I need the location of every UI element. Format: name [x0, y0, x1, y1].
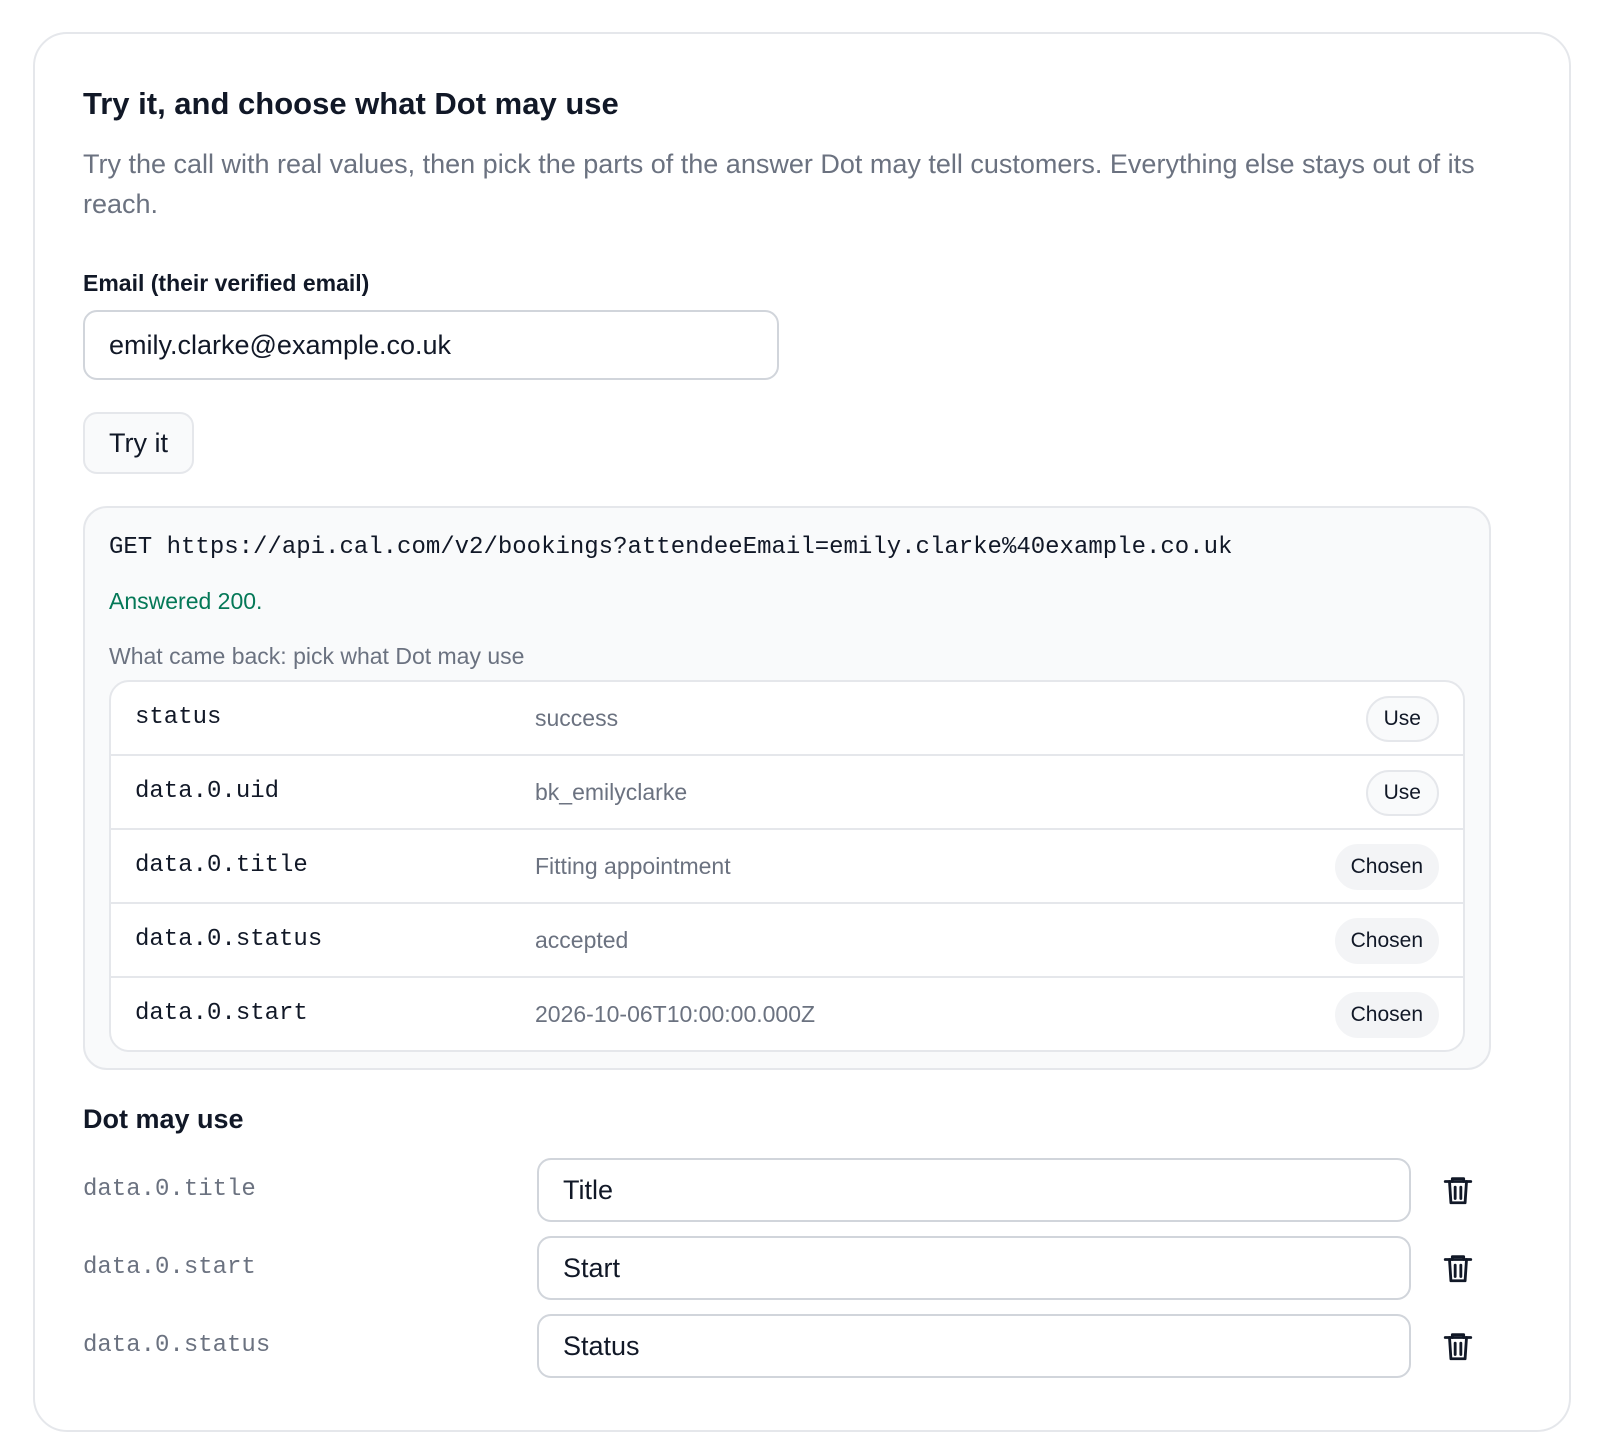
field-path: data.0.title	[135, 852, 308, 879]
returned-field-row: data.0.uid bk_emilyclarke Use	[111, 756, 1463, 830]
use-field-button[interactable]: Use	[1365, 770, 1439, 816]
try-it-button[interactable]: Try it	[83, 412, 194, 474]
field-path: data.0.start	[135, 1000, 308, 1027]
may-use-label-input[interactable]	[537, 1314, 1411, 1378]
email-field-label: Email (their verified email)	[83, 270, 370, 296]
trash-icon[interactable]	[1441, 1329, 1475, 1363]
chosen-field-button[interactable]: Chosen	[1334, 918, 1439, 964]
field-value: Fitting appointment	[535, 853, 731, 879]
field-path: data.0.status	[135, 926, 323, 953]
chosen-field-button[interactable]: Chosen	[1334, 844, 1439, 890]
field-path: data.0.uid	[135, 778, 280, 805]
section-description: Try the call with real values, then pick…	[83, 149, 1475, 219]
trash-icon[interactable]	[1441, 1251, 1475, 1285]
trash-icon[interactable]	[1441, 1173, 1475, 1207]
response-status: Answered 200.	[109, 588, 263, 614]
result-panel: GET https://api.cal.com/v2/bookings?atte…	[83, 506, 1491, 1070]
chosen-field-button[interactable]: Chosen	[1334, 992, 1439, 1038]
field-value: bk_emilyclarke	[535, 779, 688, 805]
field-value: success	[535, 705, 619, 731]
may-use-title: Dot may use	[83, 1104, 244, 1134]
may-use-label-input[interactable]	[537, 1158, 1411, 1222]
may-use-path: data.0.status	[83, 1332, 271, 1359]
returned-field-row: data.0.start 2026-10-06T10:00:00.000Z Ch…	[111, 978, 1463, 1050]
field-path: status	[135, 704, 222, 731]
returned-field-row: data.0.status accepted Chosen	[111, 904, 1463, 978]
section-title: Try it, and choose what Dot may use	[83, 86, 619, 121]
may-use-path: data.0.start	[83, 1254, 256, 1281]
may-use-row: data.0.start	[83, 1236, 1523, 1300]
try-it-card: Try it, and choose what Dot may use Try …	[33, 32, 1571, 1432]
field-value: 2026-10-06T10:00:00.000Z	[535, 1001, 816, 1027]
may-use-label-input[interactable]	[537, 1236, 1411, 1300]
may-use-row: data.0.status	[83, 1314, 1523, 1378]
email-field[interactable]	[83, 310, 779, 380]
may-use-path: data.0.title	[83, 1176, 256, 1203]
returned-fields-table: status success Use data.0.uid bk_emilycl…	[109, 680, 1465, 1052]
field-value: accepted	[535, 927, 629, 953]
may-use-row: data.0.title	[83, 1158, 1523, 1222]
returned-fields-heading: What came back: pick what Dot may use	[109, 643, 525, 669]
use-field-button[interactable]: Use	[1365, 696, 1439, 742]
returned-field-row: data.0.title Fitting appointment Chosen	[111, 830, 1463, 904]
request-line: GET https://api.cal.com/v2/bookings?atte…	[109, 534, 1233, 561]
returned-field-row: status success Use	[111, 682, 1463, 756]
